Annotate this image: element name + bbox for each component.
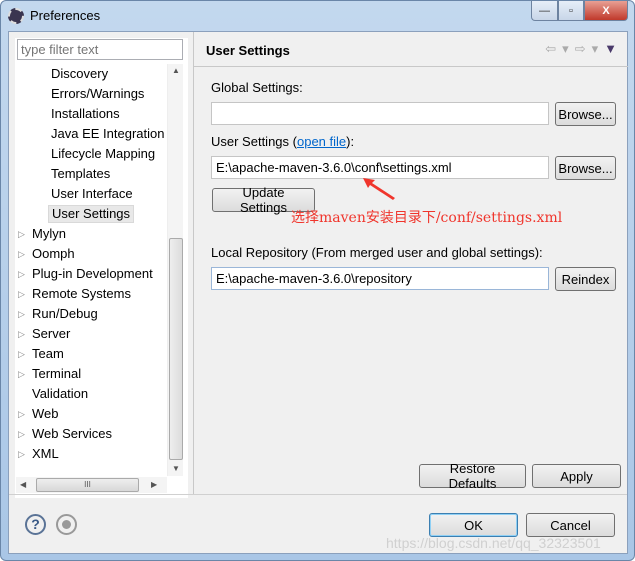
view-menu-icon[interactable]: ▼ bbox=[604, 41, 617, 57]
global-browse-button[interactable]: Browse... bbox=[555, 102, 616, 126]
scroll-thumb[interactable] bbox=[169, 238, 183, 460]
filter-input[interactable] bbox=[17, 39, 183, 60]
tree-item[interactable]: Lifecycle Mapping bbox=[51, 145, 155, 163]
close-button[interactable]: X bbox=[584, 1, 628, 21]
tree-item-label: Web bbox=[32, 406, 59, 421]
title-bar: Preferences — ▫ X bbox=[1, 1, 634, 31]
expand-arrow-icon[interactable]: ▷ bbox=[18, 365, 25, 383]
help-icon[interactable]: ? bbox=[25, 514, 46, 535]
tree-item[interactable]: ▷ Web Services bbox=[18, 425, 112, 443]
eclipse-gear-icon bbox=[8, 8, 24, 24]
user-browse-button[interactable]: Browse... bbox=[555, 156, 616, 180]
tree-item-label: Server bbox=[32, 326, 71, 341]
ok-button[interactable]: OK bbox=[429, 513, 518, 537]
cancel-button[interactable]: Cancel bbox=[526, 513, 615, 537]
tree-item[interactable]: Validation bbox=[32, 385, 88, 403]
tree-item-label: User Interface bbox=[51, 186, 133, 201]
footer-separator bbox=[9, 494, 627, 495]
expand-arrow-icon[interactable]: ▷ bbox=[18, 265, 25, 283]
vertical-scrollbar[interactable]: ▲ ▼ bbox=[167, 64, 183, 476]
expand-arrow-icon[interactable]: ▷ bbox=[18, 405, 25, 423]
maximize-button[interactable]: ▫ bbox=[558, 1, 584, 21]
expand-arrow-icon[interactable]: ▷ bbox=[18, 225, 25, 243]
tree-item[interactable]: ▷ Mylyn bbox=[18, 225, 66, 243]
tree-item-label: Remote Systems bbox=[32, 286, 131, 301]
tree-item[interactable]: ▷ Terminal bbox=[18, 365, 82, 383]
back-menu-icon[interactable]: ▾ bbox=[562, 41, 569, 57]
expand-arrow-icon[interactable]: ▷ bbox=[18, 445, 25, 463]
tree-item[interactable]: ▷ Team bbox=[18, 345, 64, 363]
watermark: https://blog.csdn.net/qq_32323501 bbox=[386, 535, 601, 551]
expand-arrow-icon[interactable]: ▷ bbox=[18, 325, 25, 343]
tree-item-label: Team bbox=[32, 346, 64, 361]
tree-item-label: Lifecycle Mapping bbox=[51, 146, 156, 161]
user-settings-label: User Settings (open file): bbox=[211, 134, 354, 149]
header-separator bbox=[194, 66, 628, 67]
horizontal-scrollbar[interactable]: ◀ III ▶ bbox=[16, 477, 167, 493]
expand-arrow-icon[interactable]: ▷ bbox=[18, 345, 25, 363]
annotation-arrow-icon bbox=[363, 178, 395, 200]
sash[interactable] bbox=[193, 32, 194, 494]
preference-tree: Discovery Errors/Warnings Installations Jav… bbox=[16, 64, 174, 476]
open-file-link[interactable]: open file bbox=[297, 134, 346, 149]
tree-item[interactable]: ▷ Server bbox=[18, 325, 71, 343]
expand-arrow-icon[interactable]: ▷ bbox=[18, 245, 25, 263]
tree-item[interactable]: Templates bbox=[51, 165, 110, 183]
back-icon[interactable]: ⇦ bbox=[545, 41, 556, 57]
record-icon[interactable] bbox=[56, 514, 77, 535]
tree-item[interactable]: User Settings bbox=[48, 205, 135, 223]
tree-item-label: Validation bbox=[32, 386, 89, 401]
tree-item-label: Mylyn bbox=[32, 226, 66, 241]
window-title: Preferences bbox=[30, 8, 101, 23]
user-settings-label-end: ): bbox=[346, 134, 355, 149]
expand-arrow-icon[interactable]: ▷ bbox=[18, 285, 25, 303]
minimize-button[interactable]: — bbox=[531, 1, 558, 21]
tree-item[interactable]: Discovery bbox=[51, 65, 108, 83]
tree-item[interactable]: ▷ XML bbox=[18, 445, 59, 463]
tree-item[interactable]: ▷ Plug-in Development bbox=[18, 265, 153, 283]
local-repository-label: Local Repository (From merged user and g… bbox=[211, 245, 543, 260]
tree-item[interactable]: ▷ Run/Debug bbox=[18, 305, 98, 323]
tree-item-label: Errors/Warnings bbox=[51, 86, 145, 101]
forward-icon[interactable]: ⇨ bbox=[575, 41, 586, 57]
local-repository-input[interactable]: E:\apache-maven-3.6.0\repository bbox=[211, 267, 549, 290]
tree-item[interactable]: Errors/Warnings bbox=[51, 85, 144, 103]
annotation-text: 选择maven安装目录下/conf/settings.xml bbox=[291, 210, 563, 226]
preferences-window: Preferences — ▫ X Discovery Errors/Warnin… bbox=[0, 0, 635, 561]
reindex-button[interactable]: Reindex bbox=[555, 267, 616, 291]
hscroll-thumb[interactable]: III bbox=[36, 478, 139, 492]
tree-item[interactable]: User Interface bbox=[51, 185, 133, 203]
scroll-left-icon[interactable]: ◀ bbox=[20, 480, 26, 489]
tree-item[interactable]: Installations bbox=[51, 105, 120, 123]
scroll-up-icon[interactable]: ▲ bbox=[172, 66, 180, 75]
scroll-right-icon[interactable]: ▶ bbox=[151, 480, 157, 489]
global-settings-label: Global Settings: bbox=[211, 80, 303, 95]
expand-arrow-icon[interactable]: ▷ bbox=[18, 425, 25, 443]
forward-menu-icon[interactable]: ▾ bbox=[592, 41, 599, 57]
tree-item-label: Run/Debug bbox=[32, 306, 98, 321]
tree-item-label: Plug-in Development bbox=[32, 266, 153, 281]
tree-item[interactable]: Java EE Integration bbox=[51, 125, 164, 143]
page-title: User Settings bbox=[206, 43, 290, 58]
tree-item[interactable]: ▷ Remote Systems bbox=[18, 285, 131, 303]
user-settings-label-text: User Settings ( bbox=[211, 134, 297, 149]
tree-item-label: Web Services bbox=[32, 426, 112, 441]
tree-item-label: Discovery bbox=[51, 66, 109, 81]
tree-item-label: Java EE Integration bbox=[51, 126, 165, 141]
restore-defaults-button[interactable]: Restore Defaults bbox=[419, 461, 526, 491]
tree-item-label: XML bbox=[32, 446, 59, 461]
tree-item[interactable]: ▷ Web bbox=[18, 405, 59, 423]
tree-item-label: User Settings bbox=[52, 206, 131, 221]
expand-arrow-icon[interactable]: ▷ bbox=[18, 305, 25, 323]
tree-item-label: Oomph bbox=[32, 246, 75, 261]
apply-button[interactable]: Apply bbox=[532, 464, 621, 488]
tree-item-label: Installations bbox=[51, 106, 120, 121]
global-settings-input[interactable] bbox=[211, 102, 549, 125]
tree-item-label: Templates bbox=[51, 166, 111, 181]
tree-item-label: Terminal bbox=[32, 366, 82, 381]
dialog-client: Discovery Errors/Warnings Installations Jav… bbox=[8, 31, 628, 554]
scroll-down-icon[interactable]: ▼ bbox=[172, 464, 180, 473]
tree-item[interactable]: ▷ Oomph bbox=[18, 245, 75, 263]
